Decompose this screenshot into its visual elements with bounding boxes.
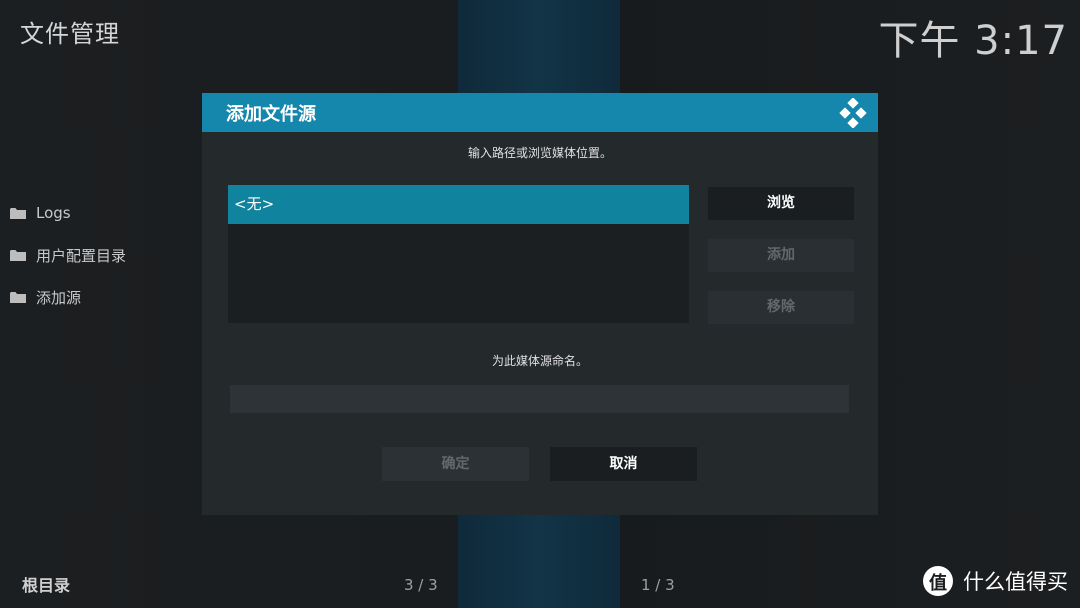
folder-icon	[10, 207, 26, 219]
watermark-badge: 值	[923, 566, 953, 596]
folder-icon	[10, 291, 26, 303]
source-item-logs[interactable]: Logs	[10, 192, 126, 234]
dialog-title: 添加文件源	[226, 103, 316, 125]
source-name-input[interactable]	[230, 385, 849, 413]
footer-left-count: 3 / 3	[404, 576, 438, 594]
cancel-button[interactable]: 取消	[550, 447, 697, 481]
remove-button[interactable]: 移除	[708, 291, 854, 324]
browse-button[interactable]: 浏览	[708, 187, 854, 220]
footer-location: 根目录	[22, 576, 71, 595]
ok-button[interactable]: 确定	[382, 447, 529, 481]
watermark-badge-text: 值	[929, 573, 947, 594]
source-list: Logs 用户配置目录 添加源	[10, 192, 126, 318]
kodi-logo-icon	[839, 98, 867, 128]
folder-icon	[10, 249, 26, 261]
source-name-label: 为此媒体源命名。	[491, 354, 588, 368]
source-item-user-profile[interactable]: 用户配置目录	[10, 234, 126, 276]
source-item-add-source[interactable]: 添加源	[10, 276, 126, 318]
path-list-item[interactable]: <无>	[228, 185, 689, 224]
watermark: 值 什么值得买	[923, 566, 1068, 596]
source-item-label: Logs	[36, 204, 71, 222]
source-item-label: 添加源	[36, 288, 82, 307]
source-item-label: 用户配置目录	[36, 246, 127, 265]
watermark-text: 什么值得买	[963, 570, 1068, 594]
dialog-header: 添加文件源	[202, 93, 878, 132]
footer-right-count: 1 / 3	[641, 576, 675, 594]
add-button[interactable]: 添加	[708, 239, 854, 272]
add-source-dialog: 添加文件源 输入路径或浏览媒体位置。 <无> 浏览 添加 移除 为此媒体源命名。…	[202, 93, 878, 515]
path-list: <无>	[228, 185, 689, 323]
clock: 下午 3:17	[878, 18, 1068, 64]
app-title: 文件管理	[20, 20, 120, 48]
instruction-text: 输入路径或浏览媒体位置。	[467, 146, 612, 160]
